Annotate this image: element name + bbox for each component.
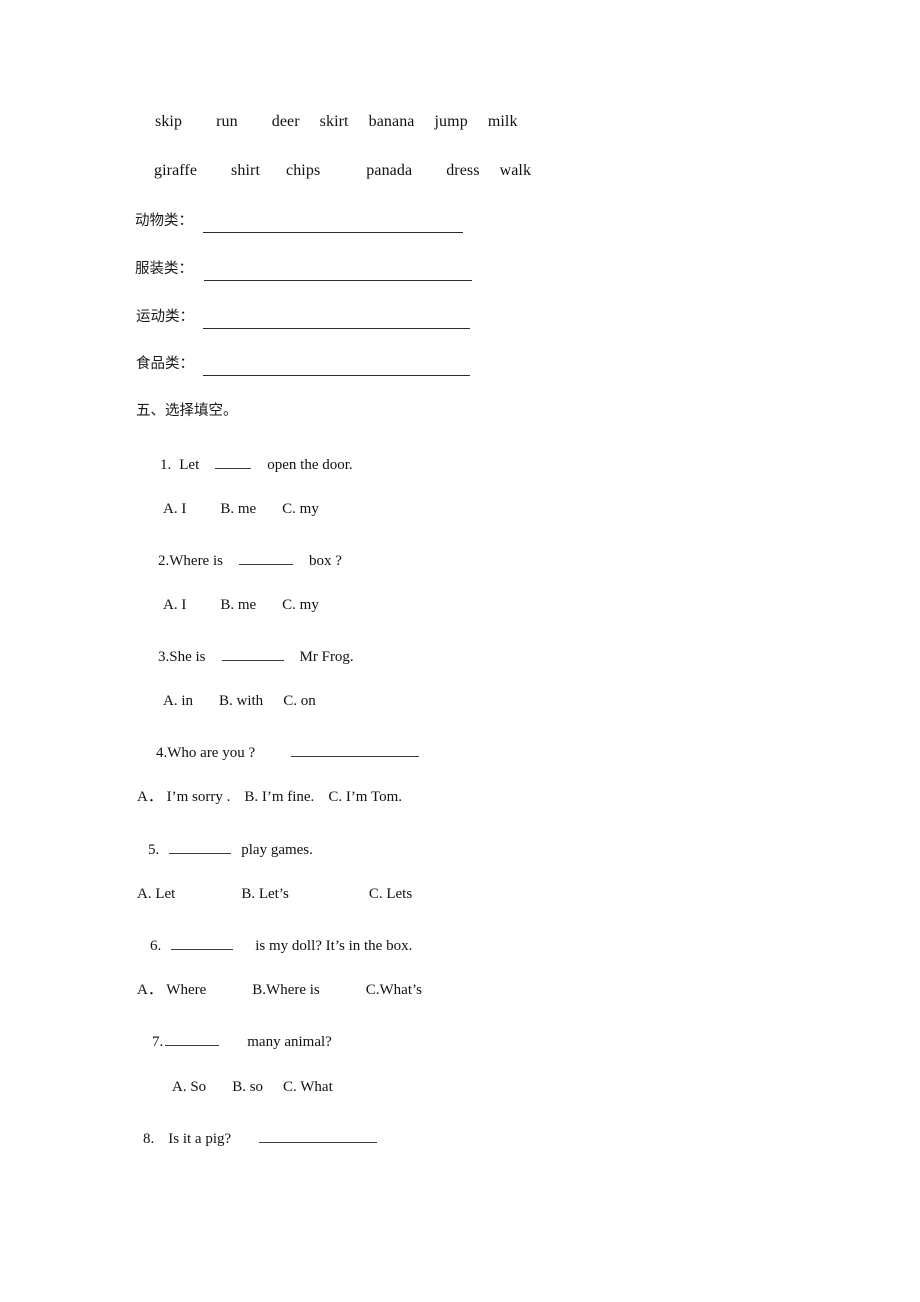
question-4-option-c[interactable]: C. I’m Tom. (328, 789, 402, 805)
question-2-options: A. I B. me C. my (163, 598, 319, 613)
question-3-stem-before: She is (169, 648, 206, 665)
question-4-stem-before: Who are you ? (167, 744, 256, 761)
word-bank-row-2: giraffe shirt chips panada dress walk (154, 163, 531, 179)
question-2-number: 2. (158, 552, 170, 569)
word-skip: skip (155, 113, 183, 130)
category-blank-sports[interactable] (203, 328, 470, 329)
question-5-option-b[interactable]: B. Let’s (241, 886, 289, 902)
question-7-options: A. So B. so C. What (172, 1080, 333, 1095)
question-1-option-a[interactable]: A. I (163, 501, 186, 517)
question-3: 3.She is Mr Frog. (158, 646, 354, 665)
question-5: 5. play games. (148, 839, 313, 858)
question-5-blank[interactable] (169, 839, 232, 854)
question-6-option-a[interactable]: A． Where (137, 982, 206, 998)
question-4-blank[interactable] (291, 742, 420, 757)
question-2-option-a[interactable]: A. I (163, 597, 186, 613)
word-chips: chips (286, 162, 321, 179)
question-4-option-a[interactable]: A． I’m sorry . (137, 789, 230, 805)
question-7-option-c[interactable]: C. What (283, 1079, 333, 1095)
word-dress: dress (446, 162, 480, 179)
category-blank-food[interactable] (203, 375, 470, 376)
word-giraffe: giraffe (154, 162, 198, 179)
category-label-sports: 运动类： (136, 309, 194, 325)
question-5-number: 5. (148, 841, 160, 858)
question-3-option-b[interactable]: B. with (219, 693, 263, 709)
question-6-option-b[interactable]: B.Where is (252, 982, 319, 998)
question-1: 1. Let open the door. (160, 454, 353, 473)
question-2-blank[interactable] (238, 550, 293, 565)
word-deer: deer (271, 113, 300, 130)
question-3-option-a[interactable]: A. in (163, 693, 193, 709)
question-5-option-c[interactable]: C. Lets (369, 886, 412, 902)
question-2: 2.Where is box ? (158, 550, 342, 569)
question-5-options: A. Let B. Let’s C. Lets (137, 887, 412, 902)
question-1-option-b[interactable]: B. me (220, 501, 256, 517)
section-heading-multiple-choice: 五、选择填空。 (136, 403, 238, 419)
question-6-stem-after: is my doll? It’s in the box. (255, 937, 413, 954)
question-5-stem-after: play games. (241, 841, 313, 858)
question-3-option-c[interactable]: C. on (283, 693, 316, 709)
question-8-stem-before: Is it a pig? (168, 1130, 232, 1147)
question-3-stem-after: Mr Frog. (299, 648, 354, 665)
question-7-number: 7. (152, 1033, 164, 1050)
question-1-stem-after: open the door. (267, 456, 353, 473)
question-4: 4.Who are you ? (156, 742, 421, 761)
question-3-blank[interactable] (221, 646, 284, 661)
question-7-stem-after: many animal? (247, 1033, 332, 1050)
question-2-stem-before: Where is (169, 552, 223, 569)
word-bank-row-1: skip run deer skirt banana jump milk (155, 114, 518, 130)
question-8: 8. Is it a pig? (143, 1128, 379, 1147)
question-7-option-b[interactable]: B. so (232, 1079, 263, 1095)
category-label-clothing: 服装类： (135, 261, 193, 277)
question-8-blank[interactable] (259, 1128, 378, 1143)
question-1-stem-before: Let (179, 456, 200, 473)
question-7-blank[interactable] (165, 1031, 220, 1046)
question-2-stem-after: box ? (308, 552, 342, 569)
category-label-food: 食品类： (136, 356, 194, 372)
question-6-number: 6. (150, 937, 162, 954)
question-4-options: A． I’m sorry . B. I’m fine. C. I’m Tom. (137, 790, 402, 805)
question-2-option-c[interactable]: C. my (282, 597, 319, 613)
word-milk: milk (487, 113, 518, 130)
question-6-blank[interactable] (171, 935, 234, 950)
question-5-option-a[interactable]: A. Let (137, 886, 175, 902)
worksheet-page: skip run deer skirt banana jump milk giraffe sh… (0, 0, 920, 1302)
word-panada: panada (366, 162, 413, 179)
word-banana: banana (368, 113, 415, 130)
question-3-number: 3. (158, 648, 170, 665)
question-1-option-c[interactable]: C. my (282, 501, 319, 517)
question-4-option-b[interactable]: B. I’m fine. (244, 789, 314, 805)
question-8-number: 8. (143, 1130, 155, 1147)
word-skirt: skirt (319, 113, 349, 130)
category-label-animals: 动物类： (135, 213, 193, 229)
word-run: run (216, 113, 238, 130)
word-shirt: shirt (231, 162, 260, 179)
question-6: 6. is my doll? It’s in the box. (150, 935, 412, 954)
question-7: 7. many animal? (152, 1031, 332, 1050)
question-4-number: 4. (156, 744, 168, 761)
category-blank-clothing[interactable] (204, 280, 472, 281)
question-3-options: A. in B. with C. on (163, 694, 316, 709)
category-blank-animals[interactable] (203, 232, 463, 233)
question-2-option-b[interactable]: B. me (220, 597, 256, 613)
question-1-options: A. I B. me C. my (163, 502, 319, 517)
question-1-number: 1. (160, 456, 172, 473)
question-6-options: A． Where B.Where is C.What’s (137, 983, 422, 998)
question-7-option-a[interactable]: A. So (172, 1079, 206, 1095)
word-walk: walk (499, 162, 532, 179)
word-jump: jump (434, 113, 468, 130)
question-6-option-c[interactable]: C.What’s (366, 982, 422, 998)
question-1-blank[interactable] (215, 454, 252, 469)
